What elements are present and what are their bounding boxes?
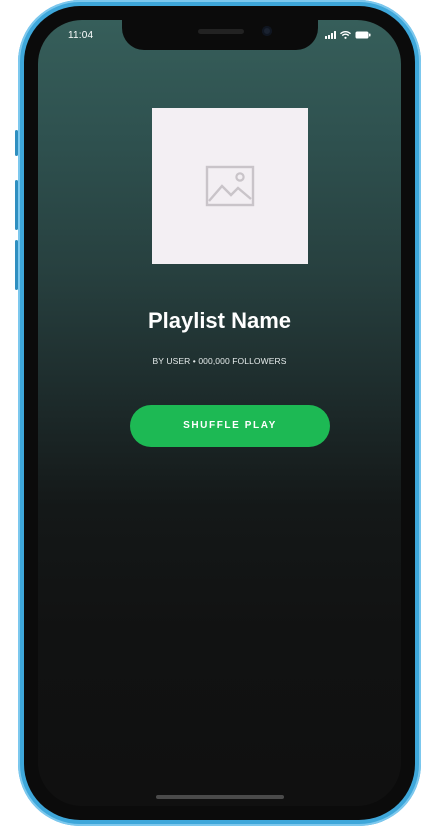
playlist-cover [152,108,308,264]
front-camera [261,26,272,36]
volume-up-button [15,180,18,230]
volume-down-button [15,240,18,290]
image-placeholder-icon [205,165,255,207]
phone-bezel: 11:04 Playlist Name BY USER • 000,000 FO… [24,6,415,820]
signal-icon [325,31,336,39]
wifi-icon [340,31,351,39]
playlist-title: Playlist Name [147,308,292,333]
status-time: 11:04 [68,30,94,41]
home-indicator[interactable] [155,795,284,799]
phone-frame: 11:04 Playlist Name BY USER • 000,000 FO… [15,0,421,826]
shuffle-play-button[interactable]: SHUFFLE PLAY [130,405,330,447]
battery-icon [355,31,371,39]
notch [121,20,318,50]
status-icons [325,31,371,39]
playlist-meta: BY USER • 000,000 FOLLOWERS [152,356,287,366]
side-button [15,130,18,156]
speaker-grille [197,29,244,34]
app-screen: 11:04 Playlist Name BY USER • 000,000 FO… [38,20,401,806]
